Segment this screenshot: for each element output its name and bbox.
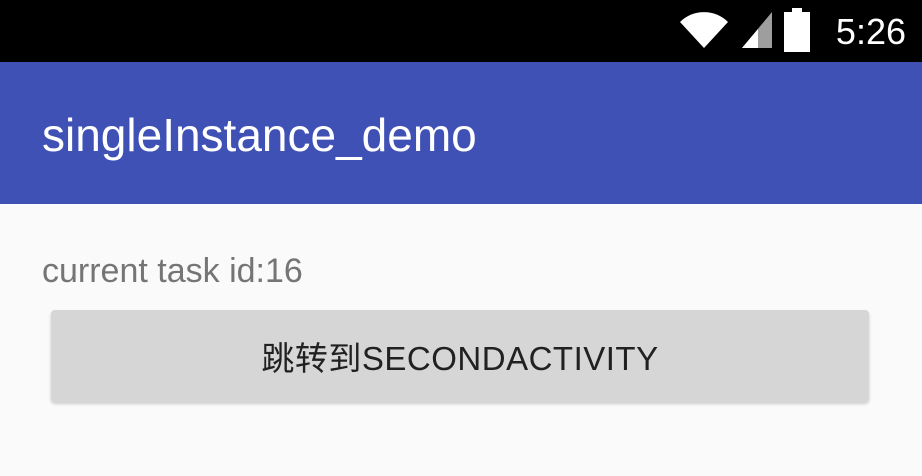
app-title: singleInstance_demo xyxy=(42,109,477,161)
status-bar: 5:26 xyxy=(0,0,922,62)
battery-icon xyxy=(783,7,810,57)
main-content: current task id:16 跳转到SECONDACTIVITY xyxy=(0,204,922,476)
jump-to-second-activity-button[interactable]: 跳转到SECONDACTIVITY xyxy=(51,310,869,402)
status-time: 5:26 xyxy=(835,11,906,52)
app-bar: singleInstance_demo xyxy=(0,62,922,204)
wifi-icon xyxy=(678,10,730,55)
cell-signal-icon xyxy=(740,10,774,55)
task-id-label: current task id:16 xyxy=(42,252,303,290)
status-icons: 5:26 xyxy=(678,7,906,57)
